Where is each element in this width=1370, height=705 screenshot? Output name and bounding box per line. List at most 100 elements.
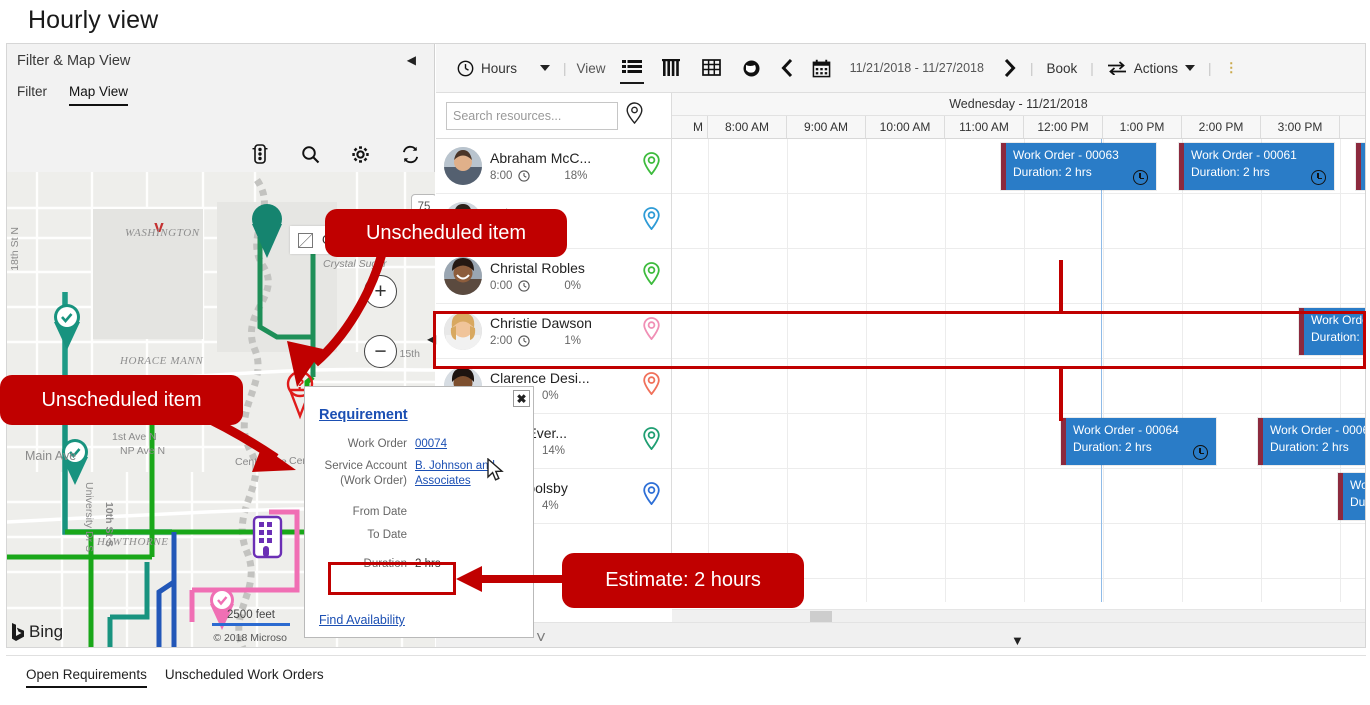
booking-block[interactable]: Work Order - 00063 Duration: 2 hrs <box>1001 143 1156 190</box>
map-zoom-in-button[interactable]: + <box>364 275 397 308</box>
toolbar-divider-1: | <box>559 61 571 76</box>
chevron-left-icon[interactable]: ◀ <box>407 53 416 67</box>
list-view-icon[interactable] <box>612 44 652 92</box>
gear-icon[interactable] <box>350 144 370 164</box>
requirement-popup-title[interactable]: Requirement <box>319 407 408 423</box>
map-scale-bar: 2500 feet <box>212 609 290 626</box>
requirement-field-to-date: To Date <box>305 528 533 543</box>
grid-column-divider <box>866 139 867 602</box>
overflow-button[interactable]: ⋮ <box>1216 44 1248 92</box>
prev-period-button[interactable] <box>771 44 803 92</box>
field-value: 2 hrs <box>415 557 441 572</box>
page-title: Hourly view <box>28 0 158 40</box>
requirement-field-work-order: Work Order 00074 <box>305 437 533 452</box>
resource-name: Abraham McC... <box>490 150 643 167</box>
resource-hours: 8:00 <box>490 170 512 182</box>
bing-b-icon <box>11 623 25 641</box>
resource-row[interactable]: Christie Dawson 2:00 1% <box>436 304 671 359</box>
current-time-line <box>1101 139 1102 602</box>
find-availability-link[interactable]: Find Availability <box>319 613 405 627</box>
booking-block[interactable]: Work Order - 00072 Duration: 2 hrs <box>1356 143 1365 190</box>
schedule-footer: ˅ ▼ <box>436 622 1365 648</box>
date-range-label: 11/21/2018 - 11/27/2018 <box>840 61 994 75</box>
book-button[interactable]: Book <box>1037 44 1086 92</box>
booking-block[interactable]: Work Order - 00064 Duration: 2 hrs <box>1061 418 1216 465</box>
map-pin-icon[interactable] <box>643 427 665 455</box>
list-view-glyph <box>622 59 642 77</box>
booking-block[interactable]: Work Order - 00080 Duration: 2 hrs <box>1299 308 1365 355</box>
calendar-picker-button[interactable] <box>803 44 840 92</box>
booking-title: Work Order - 00063 <box>1013 148 1150 163</box>
avatar <box>444 257 482 295</box>
search-icon[interactable] <box>300 144 320 164</box>
columns-view-icon[interactable] <box>652 44 692 92</box>
screenshot-root: Hourly view Filter & Map View ◀ Filter M… <box>0 0 1370 705</box>
map-pin-icon[interactable] <box>626 102 643 129</box>
booking-title: Work Order - 00062 <box>1270 423 1365 438</box>
requirement-field-duration: Duration 2 hrs <box>305 557 533 572</box>
booking-block[interactable]: Work Order - 00062 Duration: 2 hrs <box>1258 418 1365 465</box>
field-value[interactable]: 00074 <box>415 437 447 452</box>
grid-column-divider <box>1340 139 1341 602</box>
traffic-icon[interactable] <box>250 144 270 164</box>
day-header: Wednesday - 11/21/2018 <box>672 93 1365 116</box>
scroll-down-chevron-down-icon[interactable]: ▼ <box>1011 634 1024 647</box>
avatar <box>444 147 482 185</box>
resource-row[interactable]: Abraham McC... 8:00 18% <box>436 139 671 194</box>
map-pin-icon[interactable] <box>643 317 665 345</box>
requirement-popup[interactable]: ✖ Requirement Work Order 00074 Service A… <box>304 386 534 638</box>
resource-info: Abraham McC... 8:00 18% <box>490 150 643 182</box>
annotation-callout-estimate: Estimate: 2 hours <box>562 553 804 608</box>
booking-title: Work Order - 00061 <box>1191 148 1328 163</box>
search-input[interactable] <box>453 109 614 123</box>
map-pin-icon[interactable] <box>643 152 665 180</box>
globe-view-icon[interactable] <box>732 44 771 92</box>
field-label: To Date <box>305 528 415 543</box>
swap-arrows-icon <box>1107 61 1127 75</box>
annotation-callout-unscheduled-map: Unscheduled item <box>0 375 243 425</box>
map-zoom-out-button[interactable]: − <box>364 335 397 368</box>
annotation-text: Unscheduled item <box>41 389 201 412</box>
resource-row[interactable]: Christal Robles 0:00 0% <box>436 249 671 304</box>
search-input-wrapper[interactable] <box>446 102 618 130</box>
booking-block[interactable]: Work Order - 00061 Duration: 2 hrs <box>1179 143 1334 190</box>
clock-icon <box>457 60 474 77</box>
hours-dropdown[interactable]: Hours <box>448 44 526 92</box>
board-collapse-icon[interactable]: ◀ <box>427 332 436 346</box>
toolbar-divider-3: | <box>1086 61 1098 76</box>
book-label: Book <box>1046 61 1077 76</box>
close-icon[interactable]: ✖ <box>513 390 530 407</box>
horizontal-scrollbar[interactable] <box>672 609 1365 622</box>
grayscale-swatch-icon <box>298 233 313 248</box>
panel-tabs: Filter Map View <box>17 84 128 112</box>
map-tool-icons <box>250 144 420 164</box>
tab-filter[interactable]: Filter <box>17 84 47 103</box>
map-pin-icon[interactable] <box>643 372 665 400</box>
schedule-toolbar: Hours | View <box>436 44 1365 93</box>
grid-view-glyph <box>702 59 722 77</box>
map-scale-line <box>212 623 290 626</box>
next-period-button[interactable] <box>994 44 1026 92</box>
booking-block[interactable]: Work Order - 00060 Duration: 2 hrs <box>1338 473 1365 520</box>
refresh-icon[interactable] <box>400 144 420 164</box>
toolbar-divider-4: | <box>1204 61 1216 76</box>
map-pin-icon[interactable] <box>643 482 665 510</box>
scrollbar-thumb[interactable] <box>810 611 832 622</box>
svg-text:v: v <box>154 217 164 236</box>
tab-map-view[interactable]: Map View <box>69 84 128 103</box>
schedule-grid[interactable]: Work Order - 00063 Duration: 2 hrs Work … <box>672 139 1365 602</box>
booking-title: Work Order - 00080 <box>1311 313 1365 328</box>
grid-column-divider <box>787 139 788 602</box>
resource-expand-chevron-down-icon[interactable]: ˅ <box>536 629 546 646</box>
clock-icon <box>518 335 530 347</box>
hour-cell: 3:00 PM <box>1261 116 1340 138</box>
tab-open-requirements[interactable]: Open Requirements <box>26 667 147 688</box>
actions-dropdown[interactable]: Actions <box>1098 44 1204 92</box>
clock-icon <box>518 280 530 292</box>
bing-label: Bing <box>29 622 63 642</box>
tab-unscheduled-work-orders[interactable]: Unscheduled Work Orders <box>165 667 324 688</box>
grid-view-icon[interactable] <box>692 44 732 92</box>
hours-caret[interactable] <box>526 44 559 92</box>
map-pin-icon[interactable] <box>643 262 665 290</box>
map-pin-icon[interactable] <box>643 207 665 235</box>
